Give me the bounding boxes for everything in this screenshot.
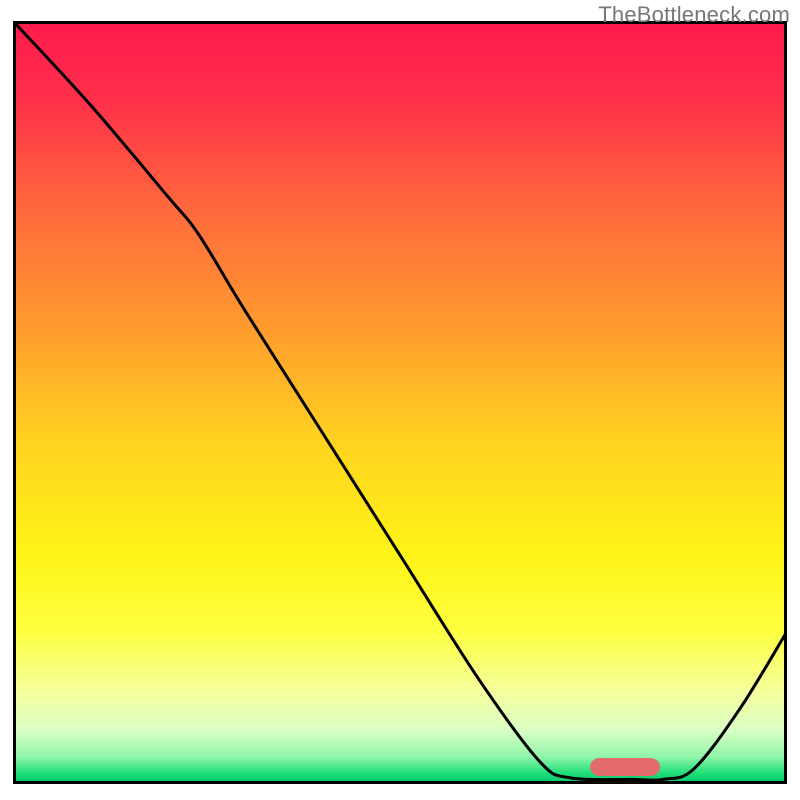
chart-svg bbox=[0, 0, 800, 800]
chart-stage: TheBottleneck.com bbox=[0, 0, 800, 800]
watermark-text: TheBottleneck.com bbox=[598, 2, 790, 28]
marker-pill bbox=[590, 758, 660, 776]
gradient-fill bbox=[13, 21, 787, 784]
